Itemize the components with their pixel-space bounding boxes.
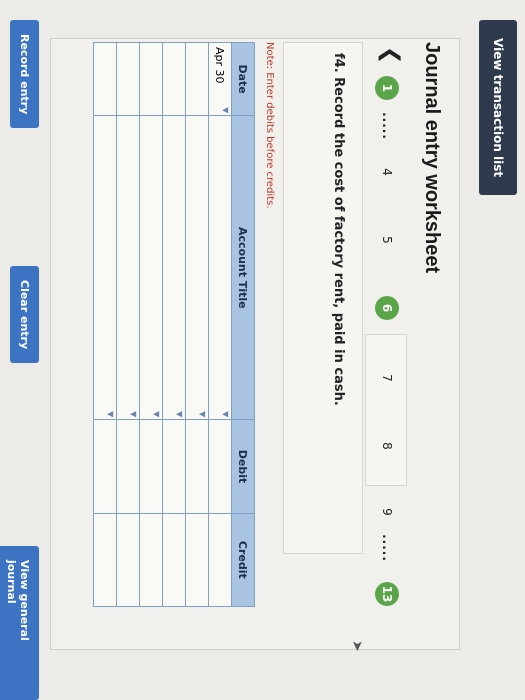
screen: View transaction list Journal entry work… [0, 0, 525, 700]
page-title: Journal entry worksheet [421, 42, 443, 274]
table-row: ▼ [93, 42, 117, 607]
record-entry-button[interactable]: Record entry [10, 20, 39, 129]
dropdown-caret-icon[interactable]: ▼ [129, 411, 138, 417]
step-13[interactable]: 13 [375, 582, 399, 606]
clear-entry-button[interactable]: Clear entry [10, 266, 39, 364]
credit-cell[interactable] [93, 513, 117, 607]
credit-cell[interactable] [208, 513, 232, 607]
dropdown-caret-icon[interactable]: ▼ [152, 411, 161, 417]
col-credit: Credit [231, 513, 255, 607]
debit-cell[interactable] [208, 419, 232, 514]
credit-cell[interactable] [185, 513, 209, 607]
note-text: Note: Enter debits before credits. [264, 42, 275, 209]
account-cell[interactable]: ▼ [93, 115, 117, 420]
debit-cell[interactable] [93, 419, 117, 514]
account-cell[interactable]: ▼ [139, 115, 163, 420]
table-row: ▼ [116, 42, 140, 607]
step-9[interactable]: 9 [375, 500, 399, 524]
step-4[interactable]: 4 [375, 160, 399, 184]
debit-cell[interactable] [162, 419, 186, 514]
date-cell[interactable] [116, 42, 140, 116]
account-cell[interactable]: ▼ [162, 115, 186, 420]
journal-table: Date Account Title Debit Credit Apr 30 ▼ … [93, 42, 255, 607]
credit-cell[interactable] [139, 513, 163, 607]
credit-cell[interactable] [162, 513, 186, 607]
dropdown-caret-icon[interactable]: ▼ [221, 411, 230, 417]
step-8[interactable]: 8 [375, 434, 399, 458]
col-debit: Debit [231, 419, 255, 514]
date-value: Apr 30 [213, 47, 227, 84]
table-header-row: Date Account Title Debit Credit [231, 42, 255, 607]
step-7[interactable]: 7 [375, 366, 399, 390]
debit-cell[interactable] [139, 419, 163, 514]
date-cell[interactable] [139, 42, 163, 116]
question-text: f4. Record the cost of factory rent, pai… [331, 53, 346, 406]
dropdown-caret-icon[interactable]: ▼ [221, 107, 230, 113]
table-row: ▼ [162, 42, 186, 607]
chevron-left-icon[interactable]: ❮ [378, 46, 403, 64]
credit-cell[interactable] [116, 513, 140, 607]
dropdown-caret-icon[interactable]: ▼ [198, 411, 207, 417]
col-date: Date [231, 42, 255, 116]
col-account-title: Account Title [231, 115, 255, 420]
date-cell[interactable] [162, 42, 186, 116]
step-navigator: ❮ 1 ..... 4 5 6 7 8 9 ..... 13 [365, 42, 407, 632]
table-row: Apr 30 ▼ ▼ [208, 42, 232, 607]
date-cell[interactable] [93, 42, 117, 116]
account-cell[interactable]: ▼ [185, 115, 209, 420]
question-box: f4. Record the cost of factory rent, pai… [283, 42, 363, 554]
date-cell[interactable]: Apr 30 ▼ [208, 42, 232, 116]
step-dots-left: ..... [380, 112, 394, 140]
account-cell[interactable]: ▼ [208, 115, 232, 420]
step-6[interactable]: 6 [375, 296, 399, 320]
account-cell[interactable]: ▼ [116, 115, 140, 420]
step-dots-right: ..... [380, 534, 394, 562]
mouse-cursor-icon: ➤ [349, 640, 365, 652]
view-transaction-list-button[interactable]: View transaction list [479, 20, 517, 196]
dropdown-caret-icon[interactable]: ▼ [106, 411, 115, 417]
view-general-journal-button[interactable]: View general journal [0, 546, 39, 700]
step-5[interactable]: 5 [375, 228, 399, 252]
table-row: ▼ [185, 42, 209, 607]
date-cell[interactable] [185, 42, 209, 116]
debit-cell[interactable] [116, 419, 140, 514]
active-step-box [365, 334, 407, 486]
debit-cell[interactable] [185, 419, 209, 514]
dropdown-caret-icon[interactable]: ▼ [175, 411, 184, 417]
step-1[interactable]: 1 [375, 76, 399, 100]
table-row: ▼ [139, 42, 163, 607]
